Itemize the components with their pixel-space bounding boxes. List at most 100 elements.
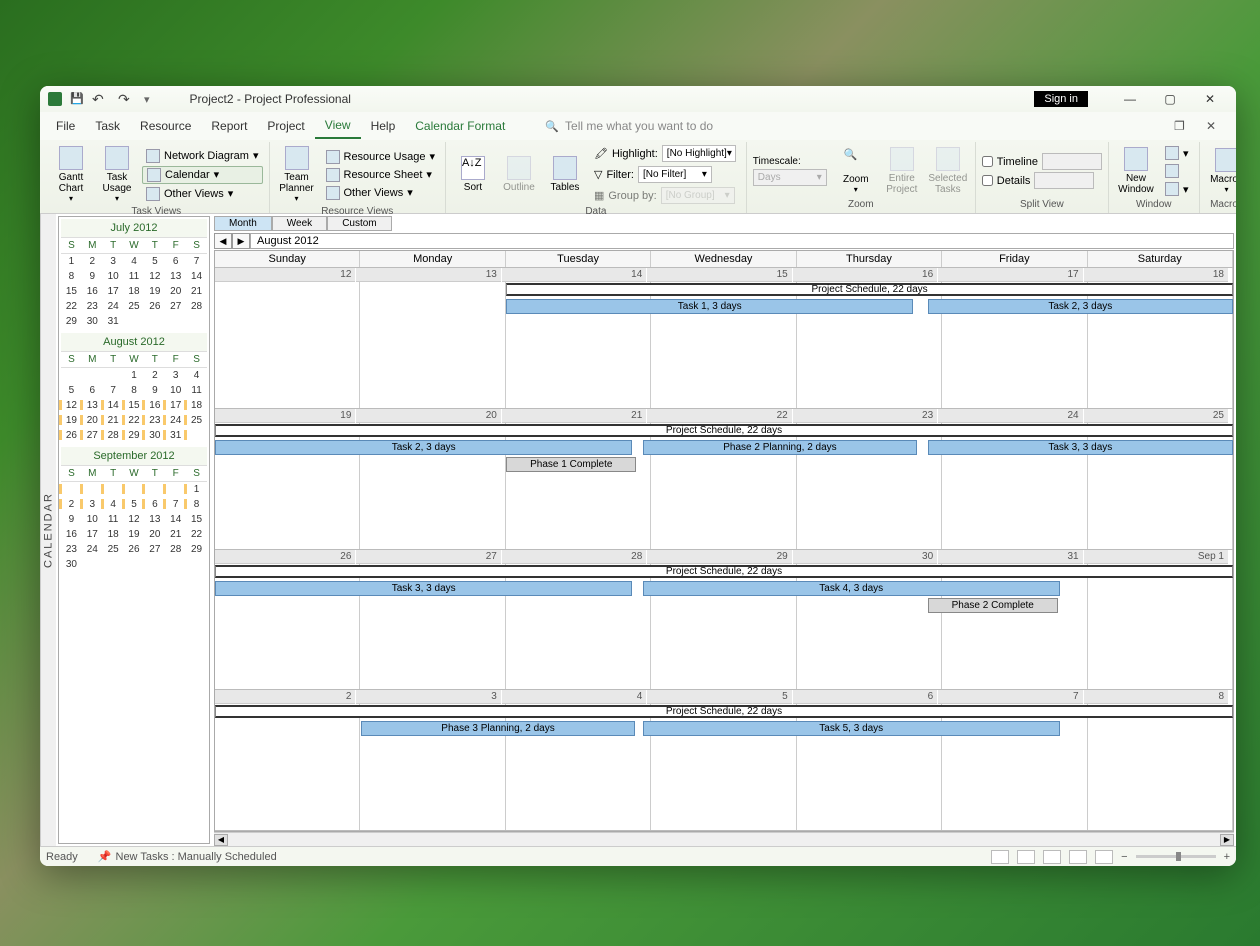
mini-cal-day[interactable]: 2 (61, 497, 82, 512)
mini-calendar[interactable]: August 2012SMTWTFS1234567891011121314151… (61, 333, 207, 443)
mini-cal-day[interactable] (82, 557, 103, 572)
mini-cal-day[interactable]: 1 (186, 482, 207, 497)
close-button[interactable]: ✕ (1192, 87, 1228, 111)
mini-cal-day[interactable]: 10 (103, 269, 124, 284)
milestone-bar[interactable]: Phase 2 Complete (928, 598, 1058, 613)
mini-cal-day[interactable] (61, 368, 82, 383)
scroll-right-icon[interactable]: ▶ (1220, 834, 1234, 846)
mini-cal-day[interactable]: 26 (61, 428, 82, 443)
network-diagram-button[interactable]: Network Diagram ▾ (142, 148, 263, 164)
switch-windows-button[interactable]: ▾ (1161, 145, 1193, 161)
mini-cal-day[interactable]: 25 (124, 299, 145, 314)
mini-cal-day[interactable] (103, 368, 124, 383)
mini-cal-day[interactable]: 30 (82, 314, 103, 329)
zoom-button[interactable]: 🔍Zoom▾ (835, 146, 877, 196)
mini-cal-day[interactable]: 24 (165, 413, 186, 428)
task-bar[interactable]: Task 4, 3 days (643, 581, 1060, 596)
outline-button[interactable]: Outline (498, 154, 540, 195)
mini-cal-day[interactable]: 20 (165, 284, 186, 299)
mini-cal-day[interactable]: 24 (82, 542, 103, 557)
mini-cal-day[interactable]: 25 (103, 542, 124, 557)
mini-cal-day[interactable]: 31 (165, 428, 186, 443)
resource-sheet-button[interactable]: Resource Sheet ▾ (322, 167, 439, 183)
mini-cal-day[interactable]: 6 (82, 383, 103, 398)
mini-cal-day[interactable]: 21 (103, 413, 124, 428)
resource-usage-button[interactable]: Resource Usage ▾ (322, 149, 439, 165)
zoom-out-icon[interactable]: − (1121, 851, 1127, 863)
mini-cal-day[interactable]: 12 (144, 269, 165, 284)
tab-month[interactable]: Month (214, 216, 272, 231)
search-input[interactable]: Tell me what you want to do (565, 119, 713, 133)
mini-cal-day[interactable]: 8 (186, 497, 207, 512)
summary-bar[interactable]: Project Schedule, 22 days (506, 283, 1233, 296)
mini-cal-day[interactable]: 1 (124, 368, 145, 383)
mini-cal-day[interactable]: 30 (61, 557, 82, 572)
tab-custom[interactable]: Custom (327, 216, 391, 231)
search-icon[interactable]: 🔍 (545, 120, 559, 133)
view-gantt-icon[interactable] (991, 850, 1009, 864)
mini-cal-day[interactable]: 9 (61, 512, 82, 527)
mini-cal-day[interactable]: 22 (124, 413, 145, 428)
view-resource-sheet-icon[interactable] (1069, 850, 1087, 864)
mini-cal-day[interactable]: 19 (144, 284, 165, 299)
mini-cal-day[interactable]: 16 (82, 284, 103, 299)
menu-report[interactable]: Report (201, 114, 257, 138)
mini-calendar[interactable]: July 2012SMTWTFS123456789101112131415161… (61, 219, 207, 329)
mini-cal-day[interactable]: 30 (144, 428, 165, 443)
task-bar[interactable]: Task 5, 3 days (643, 721, 1060, 736)
entire-project-button[interactable]: Entire Project (881, 145, 923, 197)
mini-cal-day[interactable]: 14 (186, 269, 207, 284)
tab-week[interactable]: Week (272, 216, 327, 231)
mini-cal-day[interactable]: 3 (103, 254, 124, 269)
mini-cal-day[interactable]: 27 (82, 428, 103, 443)
mini-cal-day[interactable]: 16 (144, 398, 165, 413)
mini-cal-day[interactable] (124, 482, 145, 497)
highlight-combo[interactable]: [No Highlight]▾ (662, 145, 736, 162)
mini-cal-day[interactable]: 7 (103, 383, 124, 398)
mini-cal-day[interactable] (82, 368, 103, 383)
other-views-button[interactable]: Other Views ▾ (142, 186, 263, 202)
filter-combo[interactable]: [No Filter]▾ (638, 166, 712, 183)
mini-cal-day[interactable] (61, 482, 82, 497)
menu-calendar-format[interactable]: Calendar Format (405, 114, 515, 138)
mini-cal-day[interactable]: 5 (61, 383, 82, 398)
task-bar[interactable]: Task 2, 3 days (215, 440, 632, 455)
mini-cal-day[interactable]: 2 (82, 254, 103, 269)
zoom-in-icon[interactable]: + (1224, 851, 1230, 863)
team-planner-button[interactable]: Team Planner▾ (276, 144, 318, 205)
zoom-slider[interactable] (1136, 855, 1216, 858)
mdi-restore-button[interactable]: ❐ (1174, 119, 1194, 133)
mini-cal-day[interactable]: 8 (124, 383, 145, 398)
menu-help[interactable]: Help (361, 114, 406, 138)
mini-cal-day[interactable]: 23 (144, 413, 165, 428)
mini-cal-day[interactable] (144, 557, 165, 572)
view-task-usage-icon[interactable] (1017, 850, 1035, 864)
task-bar[interactable]: Phase 3 Planning, 2 days (361, 721, 636, 736)
other-resource-views-button[interactable]: Other Views ▾ (322, 185, 439, 201)
task-bar[interactable]: Task 1, 3 days (506, 299, 913, 314)
mini-cal-day[interactable]: 24 (103, 299, 124, 314)
signin-button[interactable]: Sign in (1034, 91, 1088, 107)
menu-task[interactable]: Task (85, 114, 130, 138)
mini-cal-day[interactable]: 18 (103, 527, 124, 542)
minimize-button[interactable]: — (1112, 87, 1148, 111)
mini-cal-day[interactable]: 26 (124, 542, 145, 557)
mini-cal-day[interactable]: 3 (165, 368, 186, 383)
mini-cal-day[interactable]: 21 (165, 527, 186, 542)
task-bar[interactable]: Task 3, 3 days (928, 440, 1233, 455)
mini-cal-day[interactable] (144, 482, 165, 497)
milestone-bar[interactable]: Phase 1 Complete (506, 457, 636, 472)
task-usage-button[interactable]: Task Usage▾ (96, 144, 138, 205)
redo-icon[interactable]: ↷ ▾ (118, 91, 136, 107)
mini-cal-day[interactable]: 26 (144, 299, 165, 314)
mini-cal-day[interactable]: 22 (61, 299, 82, 314)
mini-cal-day[interactable]: 15 (124, 398, 145, 413)
mini-cal-day[interactable]: 14 (103, 398, 124, 413)
pin-icon[interactable]: 📌 (98, 850, 112, 863)
mini-cal-day[interactable]: 9 (144, 383, 165, 398)
mini-cal-day[interactable]: 27 (144, 542, 165, 557)
summary-bar[interactable]: Project Schedule, 22 days (215, 424, 1233, 437)
mini-cal-day[interactable]: 23 (82, 299, 103, 314)
tables-button[interactable]: Tables (544, 154, 586, 195)
task-bar[interactable]: Task 3, 3 days (215, 581, 632, 596)
